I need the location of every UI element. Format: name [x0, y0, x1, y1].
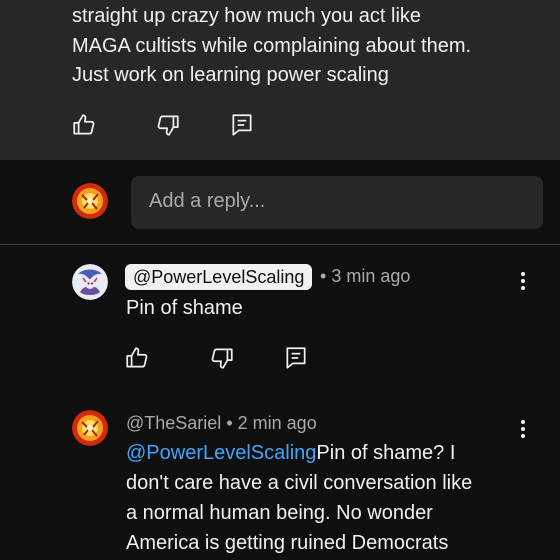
reply-2-line-1-text: Pin of shame? I: [316, 442, 456, 464]
thumbs-up-icon[interactable]: [124, 345, 150, 371]
more-vertical-icon[interactable]: [520, 272, 526, 292]
top-comment-panel: straight up crazy how much you act like …: [0, 0, 560, 160]
reply-2-separator: •: [226, 413, 233, 433]
reply-2-line-2: don't care have a civil conversation lik…: [126, 472, 473, 494]
reply-icon[interactable]: [283, 345, 309, 371]
thumbs-down-icon[interactable]: [155, 112, 181, 138]
reply-2-time[interactable]: 2 min ago: [238, 413, 317, 433]
reply-icon[interactable]: [229, 112, 255, 138]
more-vertical-icon[interactable]: [520, 420, 526, 440]
divider: [0, 244, 560, 245]
reply-2-line-4: America is getting ruined Democrats: [126, 532, 449, 554]
mention-link[interactable]: @PowerLevelScaling: [126, 442, 316, 464]
reply-1-time[interactable]: 3 min ago: [331, 266, 410, 286]
top-comment-text: straight up crazy how much you act like …: [72, 2, 542, 91]
reply-2-meta: @TheSariel • 2 min ago: [126, 413, 317, 434]
top-comment-line-2: MAGA cultists while complaining about th…: [72, 34, 472, 57]
reply-input-placeholder: Add a reply...: [149, 190, 266, 212]
reply-1-separator: •: [320, 266, 327, 286]
reply-2-author[interactable]: @TheSariel: [126, 413, 221, 433]
current-user-avatar[interactable]: [72, 183, 108, 219]
reply-2-text: @PowerLevelScalingPin of shame? I don't …: [126, 438, 546, 558]
reply-1-text: Pin of shame: [126, 297, 243, 319]
reply-2-line-1: @PowerLevelScalingPin of shame? I: [126, 438, 546, 468]
reply-2-line-3: a normal human being. No wonder: [126, 502, 433, 524]
top-comment-line-3: Just work on learning power scaling: [72, 64, 389, 86]
top-comment-line-1: straight up crazy how much you act like: [72, 5, 422, 27]
reply-2-avatar[interactable]: [72, 410, 108, 446]
reply-1-author[interactable]: @PowerLevelScaling: [125, 264, 313, 290]
thumbs-up-icon[interactable]: [71, 112, 97, 138]
reply-1-avatar[interactable]: [72, 264, 108, 300]
reply-1-meta: • 3 min ago: [320, 266, 410, 287]
reply-input[interactable]: Add a reply...: [131, 176, 543, 229]
thumbs-down-icon[interactable]: [209, 345, 235, 371]
